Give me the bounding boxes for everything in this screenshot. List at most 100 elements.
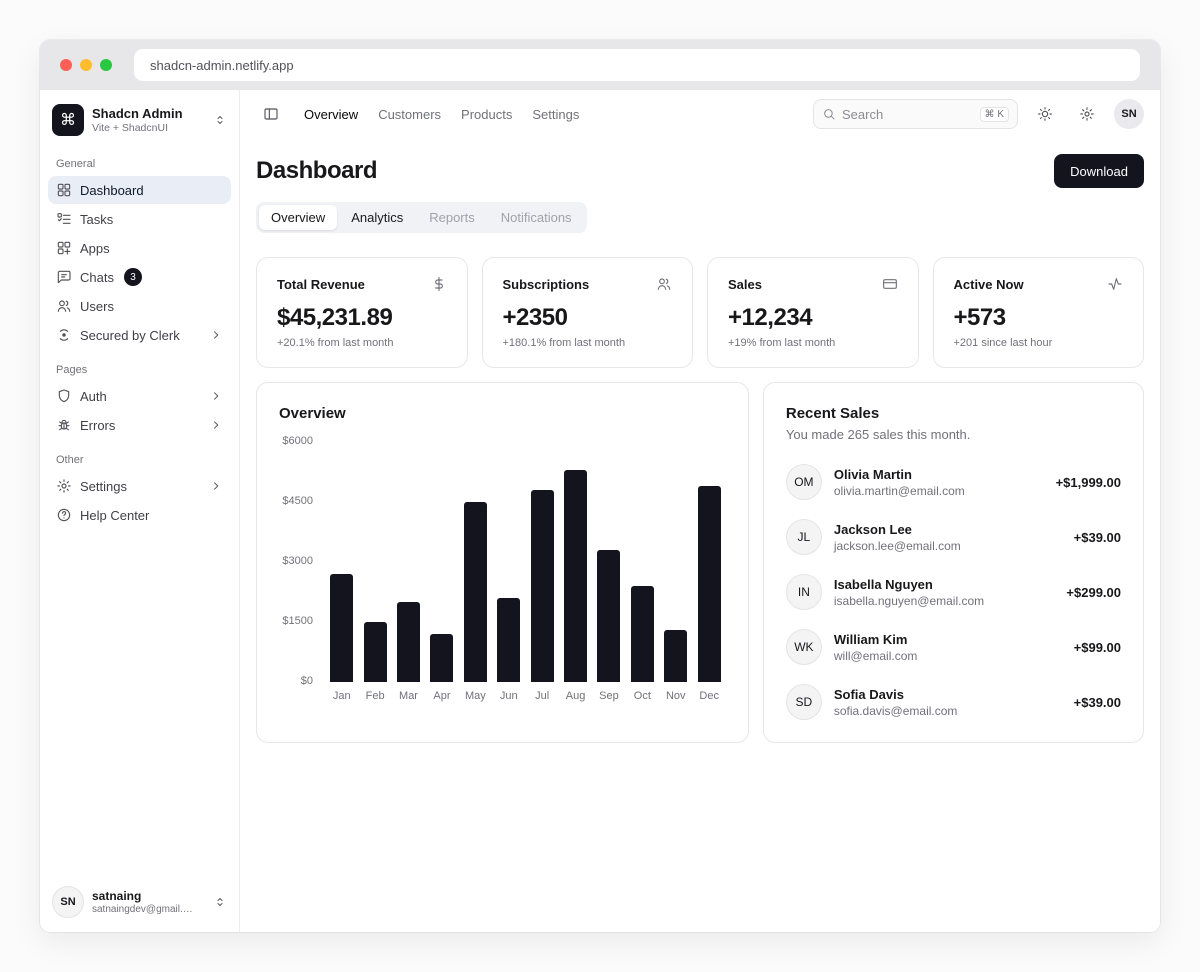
sidebar-item-label: Help Center <box>80 508 149 523</box>
sidebar-item-users[interactable]: Users <box>48 292 231 320</box>
download-button[interactable]: Download <box>1054 154 1144 188</box>
chart-bar-sep: Sep <box>592 442 625 702</box>
y-axis-label: $1500 <box>282 615 313 627</box>
nav-link-customers[interactable]: Customers <box>378 107 441 122</box>
app-shell: ⌘ Shadcn Admin Vite + ShadcnUI General D… <box>40 90 1160 932</box>
window-zoom-button[interactable] <box>100 59 112 71</box>
tab-overview[interactable]: Overview <box>259 205 337 230</box>
search-shortcut: ⌘ K <box>980 107 1009 122</box>
stat-value: +2350 <box>503 304 673 332</box>
chart-bar-jan: Jan <box>325 442 358 702</box>
stat-value: +573 <box>954 304 1124 332</box>
sidebar-section-general: General <box>48 144 231 176</box>
chevrons-up-down-icon <box>213 113 227 127</box>
sidebar-item-help-center[interactable]: Help Center <box>48 501 231 529</box>
settings-button[interactable] <box>1072 99 1102 129</box>
chart-y-axis: $6000$4500$3000$1500$0 <box>279 442 325 682</box>
tab-reports[interactable]: Reports <box>417 205 487 230</box>
gear-icon <box>1079 106 1095 122</box>
chart-bar-apr: Apr <box>425 442 458 702</box>
sidebar-item-tasks[interactable]: Tasks <box>48 205 231 233</box>
x-axis-label: Sep <box>599 690 619 702</box>
sidebar-item-apps[interactable]: Apps <box>48 234 231 262</box>
workspace-switcher[interactable]: ⌘ Shadcn Admin Vite + ShadcnUI <box>48 100 231 144</box>
nav-link-overview[interactable]: Overview <box>304 107 358 122</box>
sidebar-item-errors[interactable]: Errors <box>48 411 231 439</box>
activity-icon <box>1107 276 1123 292</box>
stat-card-subscriptions: Subscriptions +2350 +180.1% from last mo… <box>482 257 694 368</box>
list-item: WK William Kim will@email.com +$99.00 <box>786 629 1121 665</box>
search-box[interactable]: ⌘ K <box>813 99 1018 129</box>
tab-analytics[interactable]: Analytics <box>339 205 415 230</box>
chart-bar-dec: Dec <box>692 442 725 702</box>
help-icon <box>56 507 72 523</box>
sidebar-item-label: Errors <box>80 418 115 433</box>
stat-value: $45,231.89 <box>277 304 447 332</box>
x-axis-label: Jun <box>500 690 518 702</box>
window-close-button[interactable] <box>60 59 72 71</box>
sale-email: sofia.davis@email.com <box>834 704 958 718</box>
sidebar-item-secured-by-clerk[interactable]: Secured by Clerk <box>48 321 231 349</box>
sale-name: Isabella Nguyen <box>834 577 984 592</box>
x-axis-label: Aug <box>566 690 586 702</box>
apps-icon <box>56 240 72 256</box>
stat-title: Sales <box>728 277 762 292</box>
sale-amount: +$1,999.00 <box>1056 475 1121 490</box>
avatar: SD <box>786 684 822 720</box>
stat-title: Active Now <box>954 277 1024 292</box>
stat-title: Subscriptions <box>503 277 590 292</box>
nav-link-products[interactable]: Products <box>461 107 512 122</box>
chevron-right-icon <box>209 479 223 493</box>
sale-email: will@email.com <box>834 649 918 663</box>
y-axis-label: $0 <box>301 675 313 687</box>
profile-avatar[interactable]: SN <box>1114 99 1144 129</box>
stats-row: Total Revenue $45,231.89 +20.1% from las… <box>256 257 1144 368</box>
sidebar-item-settings[interactable]: Settings <box>48 472 231 500</box>
chevron-right-icon <box>209 418 223 432</box>
user-email: satnaingdev@gmail.com <box>92 904 196 915</box>
recent-sales-list: OM Olivia Martin olivia.martin@email.com… <box>786 464 1121 720</box>
bar-chart: $6000$4500$3000$1500$0 JanFebMarAprMayJu… <box>279 442 726 702</box>
sale-amount: +$39.00 <box>1074 530 1121 545</box>
sidebar-toggle-button[interactable] <box>256 99 286 129</box>
sidebar-item-label: Chats <box>80 270 114 285</box>
users-icon <box>656 276 672 292</box>
window-minimize-button[interactable] <box>80 59 92 71</box>
search-icon <box>822 107 836 121</box>
dashboard-page: Dashboard Download Overview Analytics Re… <box>240 138 1160 759</box>
sidebar-item-chats[interactable]: Chats 3 <box>48 263 231 291</box>
shield-icon <box>56 388 72 404</box>
stat-card-sales: Sales +12,234 +19% from last month <box>707 257 919 368</box>
sidebar-item-auth[interactable]: Auth <box>48 382 231 410</box>
url-bar[interactable]: shadcn-admin.netlify.app <box>134 49 1140 81</box>
sidebar-user-menu[interactable]: SN satnaing satnaingdev@gmail.com <box>48 880 231 920</box>
x-axis-label: Oct <box>634 690 651 702</box>
x-axis-label: Mar <box>399 690 418 702</box>
messages-icon <box>56 269 72 285</box>
stat-change: +201 since last hour <box>954 337 1124 349</box>
workspace-subtitle: Vite + ShadcnUI <box>92 122 183 134</box>
list-item: JL Jackson Lee jackson.lee@email.com +$3… <box>786 519 1121 555</box>
sidebar-item-label: Users <box>80 299 114 314</box>
sidebar-item-dashboard[interactable]: Dashboard <box>48 176 231 204</box>
panel-left-icon <box>263 106 279 122</box>
recent-sales-card: Recent Sales You made 265 sales this mon… <box>763 382 1144 743</box>
checklist-icon <box>56 211 72 227</box>
top-navigation: Overview Customers Products Settings ⌘ K <box>240 90 1160 138</box>
sale-name: Sofia Davis <box>834 687 958 702</box>
avatar: IN <box>786 574 822 610</box>
list-item: OM Olivia Martin olivia.martin@email.com… <box>786 464 1121 500</box>
stat-card-active-now: Active Now +573 +201 since last hour <box>933 257 1145 368</box>
credit-card-icon <box>882 276 898 292</box>
avatar: OM <box>786 464 822 500</box>
x-axis-label: Feb <box>366 690 385 702</box>
sale-amount: +$299.00 <box>1066 585 1121 600</box>
avatar: WK <box>786 629 822 665</box>
search-input[interactable] <box>842 107 974 122</box>
tab-notifications[interactable]: Notifications <box>489 205 584 230</box>
user-name: satnaing <box>92 889 196 904</box>
workspace-name: Shadcn Admin <box>92 106 183 122</box>
theme-toggle-button[interactable] <box>1030 99 1060 129</box>
nav-link-settings[interactable]: Settings <box>532 107 579 122</box>
browser-chrome: shadcn-admin.netlify.app <box>40 40 1160 90</box>
